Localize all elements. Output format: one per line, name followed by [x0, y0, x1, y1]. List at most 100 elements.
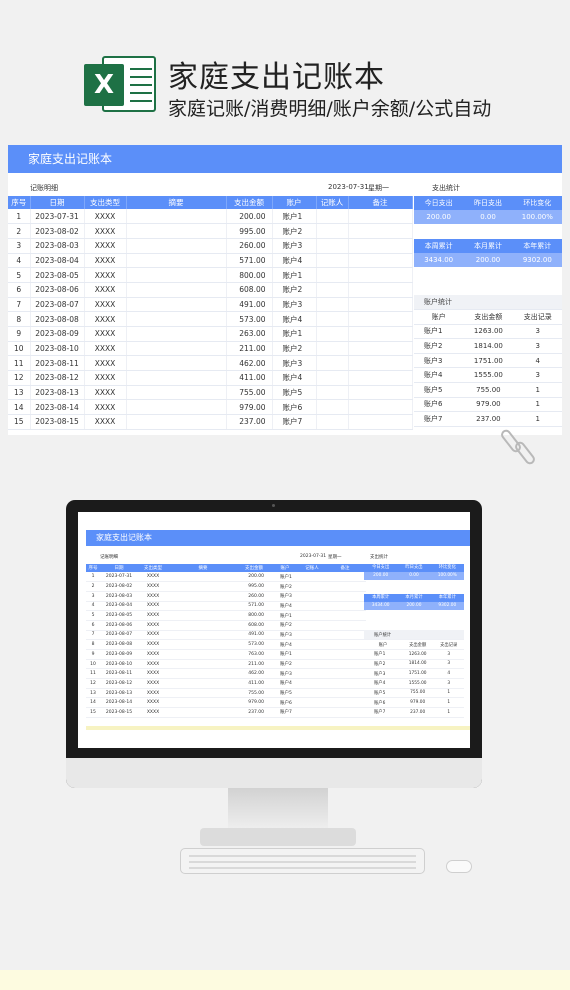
- mini-table-row: 9 2023-08-09 XXXX 763.00 账户1: [86, 649, 366, 660]
- mini-daily-stats: 今日支出 昨日支出 环比变化 200.00 0.00 100.00%: [364, 564, 464, 580]
- mini-account-count: 3: [433, 659, 464, 670]
- row-type: XXXX: [84, 267, 127, 283]
- stat-label: 本月累计: [473, 242, 502, 250]
- mini-account-amount: 237.00: [401, 707, 434, 718]
- mini-row-recorder: [300, 620, 324, 631]
- mini-expense-table: 序号 日期 支出类型 摘要 支出金额 账户 记账人 备注 1 2023-07-31…: [86, 564, 366, 718]
- account-row: 账户6 979.00 1: [414, 397, 562, 413]
- row-note: [348, 414, 413, 430]
- stat-value: 100.00%: [521, 213, 553, 221]
- row-summary: [126, 341, 227, 357]
- row-number: 12: [8, 370, 31, 386]
- mini-row-account: 账户5: [270, 688, 300, 699]
- mini-row-amount: 979.00: [238, 697, 270, 709]
- header-banner: X 家庭支出记账本 家庭记账/消费明细/账户余额/公式自动: [0, 0, 570, 140]
- row-recorder: [316, 355, 349, 372]
- account-row: 账户7 237.00 1: [414, 411, 562, 427]
- row-account: 账户2: [272, 282, 317, 298]
- mini-row-date: 2023-08-04: [100, 601, 138, 612]
- row-recorder: [316, 399, 349, 416]
- row-amount: 571.00: [226, 253, 273, 269]
- stat-value: 3434.00: [424, 256, 454, 264]
- table-header-row: 序号 日期 支出类型 摘要 支出金额 账户 记账人 备注: [8, 196, 413, 209]
- table-row: 8 2023-08-08 XXXX 573.00 账户4: [8, 311, 413, 327]
- row-number: 5: [8, 267, 31, 283]
- mini-row-type: XXXX: [138, 697, 168, 709]
- mini-row-recorder: [300, 649, 324, 660]
- mini-row-type: XXXX: [138, 688, 168, 699]
- mini-account-amount: 1814.00: [401, 659, 434, 670]
- current-date: 2023-07-31: [328, 183, 369, 191]
- mini-row-account: 账户2: [270, 581, 300, 592]
- row-account: 账户3: [272, 355, 317, 372]
- mini-row-number: 1: [86, 572, 100, 583]
- row-account: 账户3: [272, 238, 317, 254]
- mini-row-type: XXXX: [138, 649, 168, 660]
- mini-row-summary: [168, 591, 238, 602]
- monitor-screen: 家庭支出记账本 记账明细 2023-07-31 星期一 支出统计 序号 日期 支…: [78, 512, 470, 748]
- mini-row-amount: 260.00: [238, 591, 270, 602]
- mini-row-number: 6: [86, 620, 100, 631]
- monitor-icon: 家庭支出记账本 记账明细 2023-07-31 星期一 支出统计 序号 日期 支…: [66, 500, 482, 788]
- mini-row-date: 2023-08-02: [100, 581, 138, 592]
- row-account: 账户7: [272, 414, 317, 430]
- row-recorder: [316, 297, 349, 313]
- section-label: 记账明细: [30, 184, 58, 192]
- table-row: 15 2023-08-15 XXXX 237.00 账户7: [8, 414, 413, 430]
- mini-row-recorder: [300, 591, 324, 602]
- row-date: 2023-08-05: [30, 267, 85, 283]
- mini-row-summary: [168, 688, 238, 699]
- spreadsheet-preview: 家庭支出记账本 记账明细 2023-07-31 星期一 支出统计 序号 日期 支…: [8, 145, 562, 435]
- row-account: 账户4: [272, 370, 317, 386]
- mini-row-note: [324, 678, 366, 689]
- stat-label: 本年累计: [523, 242, 552, 250]
- row-note: [348, 355, 413, 372]
- row-note: [348, 385, 413, 401]
- row-number: 14: [8, 399, 31, 416]
- mini-row-account: 账户3: [270, 630, 300, 641]
- row-amount: 800.00: [226, 267, 273, 283]
- row-recorder: [316, 223, 349, 239]
- row-number: 10: [8, 341, 31, 357]
- row-amount: 462.00: [226, 355, 273, 372]
- mini-row-date: 2023-08-14: [100, 697, 138, 709]
- mini-row-recorder: [300, 659, 324, 670]
- account-row: 账户2 1814.00 3: [414, 338, 562, 354]
- account-count: 1: [513, 382, 562, 398]
- account-count: 4: [513, 353, 562, 369]
- mini-row-note: [324, 659, 366, 670]
- footer-band: [0, 970, 570, 990]
- row-note: [348, 326, 413, 342]
- row-number: 8: [8, 311, 31, 327]
- row-recorder: [316, 238, 349, 254]
- table-row: 13 2023-08-13 XXXX 755.00 账户5: [8, 385, 413, 401]
- mini-row-number: 15: [86, 707, 100, 718]
- mini-row-account: 账户6: [270, 697, 300, 709]
- account-stats-title: 账户统计: [414, 295, 562, 311]
- row-date: 2023-08-11: [30, 355, 85, 372]
- row-date: 2023-08-13: [30, 385, 85, 401]
- mini-account-amount: 979.00: [401, 697, 434, 708]
- row-summary: [126, 355, 227, 372]
- mini-row-note: [324, 649, 366, 660]
- mini-account-row: 账户4 1555.00 3: [364, 678, 464, 689]
- row-type: XXXX: [84, 209, 127, 225]
- row-note: [348, 223, 413, 239]
- stat-label: 环比变化: [523, 199, 552, 207]
- table-row: 11 2023-08-11 XXXX 462.00 账户3: [8, 355, 413, 372]
- row-recorder: [316, 370, 349, 386]
- mini-row-number: 9: [86, 649, 100, 660]
- mini-row-amount: 608.00: [238, 620, 270, 631]
- row-note: [348, 282, 413, 298]
- mini-cumulative-stats: 本周累计 本月累计 本年累计 3434.00 200.00 9302.00: [364, 594, 464, 610]
- account-name: 账户4: [414, 367, 464, 384]
- mini-table-row: 14 2023-08-14 XXXX 979.00 账户6: [86, 697, 366, 709]
- mini-row-amount: 491.00: [238, 630, 270, 641]
- mini-row-number: 2: [86, 581, 100, 592]
- row-number: 4: [8, 253, 31, 269]
- mini-row-date: 2023-08-03: [100, 591, 138, 602]
- row-recorder: [316, 253, 349, 269]
- account-amount: 1814.00: [463, 338, 514, 354]
- mini-row-type: XXXX: [138, 601, 168, 612]
- row-type: XXXX: [84, 370, 127, 386]
